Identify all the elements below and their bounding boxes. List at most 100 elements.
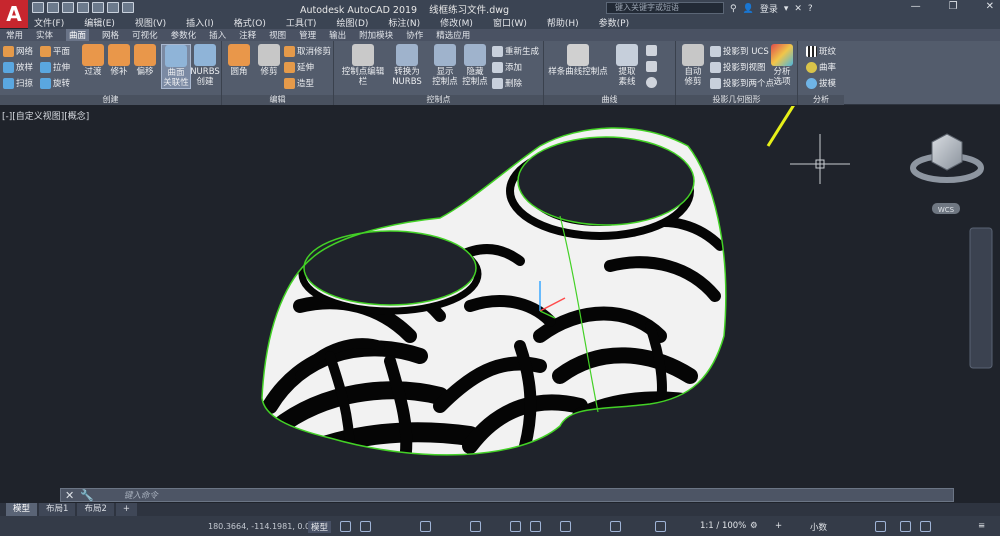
menu-parameters[interactable]: 参数(P) — [599, 16, 629, 29]
project-view-button[interactable]: 投影到视图 — [710, 61, 766, 73]
tab-solid[interactable]: 实体 — [36, 29, 53, 41]
wrench-icon[interactable]: 🔧 — [80, 489, 94, 502]
scale-readout[interactable]: 1:1 / 100% — [700, 521, 746, 531]
menu-format[interactable]: 格式(O) — [234, 16, 266, 29]
menu-draw[interactable]: 绘图(D) — [336, 16, 368, 29]
extend-button[interactable]: 延伸 — [284, 61, 314, 73]
revolve-button[interactable]: 旋转 — [40, 77, 70, 89]
untrim-button[interactable]: 取消修剪 — [284, 45, 331, 57]
osnap-icon[interactable] — [470, 521, 481, 532]
show-cv-button[interactable]: 显示 控制点 — [430, 44, 460, 87]
exchange-icon[interactable]: ✕ — [794, 4, 802, 14]
redo-icon[interactable] — [122, 2, 134, 13]
navigation-bar[interactable] — [969, 227, 993, 369]
sculpt-button[interactable]: 造型 — [284, 77, 314, 89]
tab-view[interactable]: 视图 — [269, 29, 286, 41]
new-icon[interactable] — [32, 2, 44, 13]
binoculars-icon[interactable]: ⚲ — [730, 4, 737, 14]
network-button[interactable]: 网络 — [3, 45, 33, 57]
menu-file[interactable]: 文件(F) — [34, 16, 64, 29]
auto-trim-button[interactable]: 自动 修剪 — [678, 44, 708, 87]
wcs-badge[interactable]: WCS — [932, 203, 960, 214]
menu-view[interactable]: 视图(V) — [135, 16, 166, 29]
hardware-acceleration-icon[interactable] — [900, 521, 911, 532]
project-two-points-button[interactable]: 投影到两个点 — [710, 77, 774, 89]
cv-edit-bar-button[interactable]: 控制点编辑栏 — [338, 44, 388, 87]
convert-to-nurbs-button[interactable]: 转换为 NURBS — [392, 44, 422, 87]
viewport-label[interactable]: [-][自定义视图][概念] — [2, 109, 89, 122]
lineweight-icon[interactable] — [510, 521, 521, 532]
command-line[interactable]: ✕ 🔧 键入命令 — [60, 488, 954, 502]
menu-help[interactable]: 帮助(H) — [547, 16, 579, 29]
maximize-icon[interactable]: ❐ — [949, 1, 958, 12]
hide-cv-button[interactable]: 隐藏 控制点 — [460, 44, 490, 87]
plus-icon[interactable]: + — [775, 521, 782, 531]
zebra-button[interactable]: 斑纹 — [806, 45, 836, 57]
help-icon[interactable]: ? — [808, 4, 813, 14]
open-icon[interactable] — [47, 2, 59, 13]
tab-mesh[interactable]: 网格 — [102, 29, 119, 41]
snap-icon[interactable] — [360, 521, 371, 532]
menu-tools[interactable]: 工具(T) — [286, 16, 317, 29]
minimize-icon[interactable]: — — [911, 1, 921, 12]
offset-button[interactable]: 偏移 — [130, 44, 160, 77]
annotation-icon[interactable] — [610, 521, 621, 532]
gear-icon[interactable]: ⚙ — [750, 521, 758, 531]
units-selector[interactable]: 小数 — [810, 521, 827, 533]
project-ucs-button[interactable]: 投影到 UCS — [710, 45, 769, 57]
tab-insert[interactable]: 插入 — [209, 29, 226, 41]
selection-cycling-icon[interactable] — [560, 521, 571, 532]
menu-insert[interactable]: 插入(I) — [186, 16, 214, 29]
command-input[interactable]: 键入命令 — [124, 489, 158, 501]
tab-featured-apps[interactable]: 精选应用 — [436, 29, 470, 41]
cart-icon[interactable]: ▾ — [784, 4, 789, 14]
surface-associativity-button[interactable]: 曲面 关联性 — [161, 44, 191, 89]
save-as-icon[interactable] — [77, 2, 89, 13]
fillet-button[interactable]: 圆角 — [224, 44, 254, 77]
undo-icon[interactable] — [107, 2, 119, 13]
planar-button[interactable]: 平面 — [40, 45, 70, 57]
line-tool-button[interactable] — [646, 45, 657, 56]
viewcube-icon[interactable] — [910, 133, 984, 183]
nurbs-creation-button[interactable]: NURBS 创建 — [190, 44, 220, 87]
tab-layout2[interactable]: 布局2 — [77, 503, 114, 516]
menu-window[interactable]: 窗口(W) — [493, 16, 527, 29]
close-icon[interactable]: ✕ — [65, 489, 74, 502]
save-icon[interactable] — [62, 2, 74, 13]
tab-visualize[interactable]: 可视化 — [132, 29, 158, 41]
draft-button[interactable]: 拔模 — [806, 77, 836, 89]
tab-annotate[interactable]: 注释 — [239, 29, 256, 41]
annotation-visibility-icon[interactable] — [655, 521, 666, 532]
menu-modify[interactable]: 修改(M) — [440, 16, 473, 29]
app-logo[interactable]: A — [0, 0, 28, 28]
circle-tool-button[interactable] — [646, 77, 657, 88]
tab-parametric[interactable]: 参数化 — [171, 29, 197, 41]
tab-collaborate[interactable]: 协作 — [406, 29, 423, 41]
extract-isolines-button[interactable]: 提取 素线 — [612, 44, 642, 87]
trim-button[interactable]: 修剪 — [254, 44, 284, 77]
sweep-button[interactable]: 扫掠 — [3, 77, 33, 89]
grid-icon[interactable] — [340, 521, 351, 532]
add-layout-button[interactable]: + — [115, 503, 137, 516]
add-cv-button[interactable]: 添加 — [492, 61, 522, 73]
tab-manage[interactable]: 管理 — [299, 29, 316, 41]
extrude-button[interactable]: 拉伸 — [40, 61, 70, 73]
tab-output[interactable]: 输出 — [329, 29, 346, 41]
spline-cv-button[interactable]: 样条曲线控制点 — [546, 44, 610, 77]
tab-model[interactable]: 模型 — [6, 503, 38, 516]
drawing-viewport[interactable]: WCS [-][自定义视图][概念] — [0, 106, 1000, 488]
analysis-options-button[interactable]: 分析 选项 — [768, 44, 796, 87]
tab-home[interactable]: 常用 — [6, 29, 23, 41]
customize-menu-icon[interactable]: ≡ — [978, 521, 985, 531]
rebuild-button[interactable]: 重新生成 — [492, 45, 539, 57]
menu-edit[interactable]: 编辑(E) — [84, 16, 115, 29]
tab-layout1[interactable]: 布局1 — [39, 503, 76, 516]
loft-button[interactable]: 放样 — [3, 61, 33, 73]
isolate-icon[interactable] — [875, 521, 886, 532]
curvature-button[interactable]: 曲率 — [806, 61, 836, 73]
ortho-icon[interactable] — [420, 521, 431, 532]
transparency-icon[interactable] — [530, 521, 541, 532]
tab-addins[interactable]: 附加模块 — [359, 29, 393, 41]
clean-screen-icon[interactable] — [920, 521, 931, 532]
remove-cv-button[interactable]: 删除 — [492, 77, 522, 89]
